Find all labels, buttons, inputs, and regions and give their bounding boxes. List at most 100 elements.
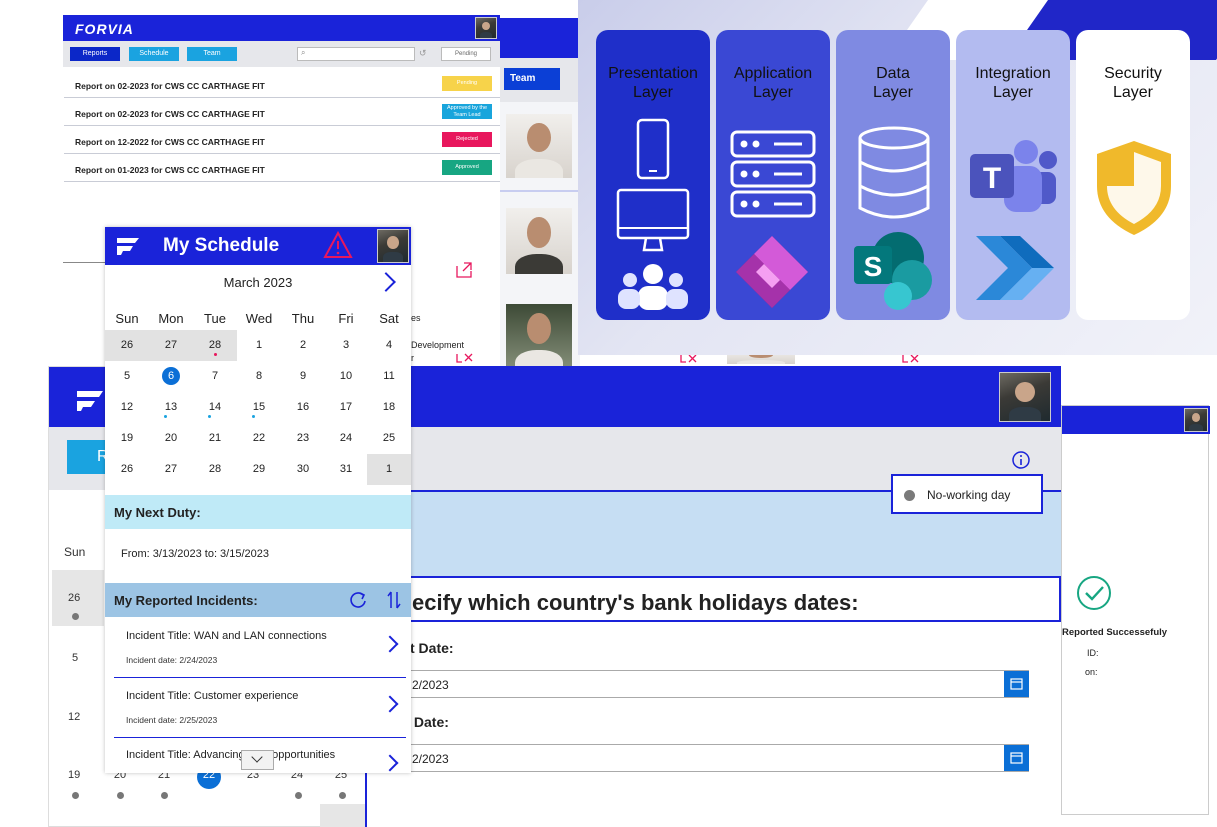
- share-icon[interactable]: [456, 262, 474, 278]
- event-dot: [72, 613, 79, 620]
- month-label: March 2023: [223, 275, 293, 290]
- chevron-right-icon[interactable]: [381, 635, 399, 653]
- day-cell[interactable]: 11: [367, 361, 411, 392]
- day-cell[interactable]: 13: [149, 392, 193, 423]
- success-message: Reported Successefuly: [1062, 627, 1168, 638]
- incident-item[interactable]: Incident Title: Customer experience Inci…: [114, 678, 406, 738]
- day-number[interactable]: 26: [68, 592, 80, 604]
- next-duty-label: My Next Duty:: [114, 505, 201, 520]
- calendar-icon: [1010, 752, 1023, 764]
- incident-title: Incident Title: Customer experience: [126, 690, 299, 702]
- day-cell[interactable]: 9: [281, 361, 325, 392]
- legend-box: No-working day: [891, 474, 1043, 514]
- day-cell-today[interactable]: 6: [149, 361, 193, 392]
- day-cell[interactable]: 23: [281, 423, 325, 454]
- list-item[interactable]: Report on 01-2023 for CWS CC CARTHAGE FI…: [64, 154, 500, 182]
- layer-title: Data Layer: [872, 65, 914, 101]
- event-dot: [161, 792, 168, 799]
- day-cell[interactable]: 20: [149, 423, 193, 454]
- next-duty-value: From: 3/13/2023 to: 3/15/2023: [121, 548, 269, 560]
- day-cell[interactable]: 1: [367, 454, 411, 485]
- calendar-picker-button[interactable]: [1004, 671, 1029, 697]
- start-date-field[interactable]: 2/2023: [403, 670, 1029, 698]
- report-title: Report on 01-2023 for CWS CC CARTHAGE FI…: [75, 165, 265, 175]
- database-icon: [858, 126, 930, 219]
- day-cell[interactable]: 4: [367, 330, 411, 361]
- avatar[interactable]: [475, 17, 497, 39]
- avatar[interactable]: [999, 372, 1051, 422]
- weekday-sun: Sun: [64, 545, 86, 559]
- scroll-down-button[interactable]: [241, 750, 274, 770]
- tab-reports[interactable]: Reports: [70, 47, 120, 61]
- event-dot: [339, 792, 346, 799]
- day-cell[interactable]: 28: [193, 454, 237, 485]
- day-number[interactable]: 12: [68, 711, 80, 723]
- day-cell[interactable]: 26: [105, 330, 149, 361]
- day-cell[interactable]: 25: [367, 423, 411, 454]
- data-layer: Data Layer S: [836, 30, 950, 320]
- day-cell[interactable]: 22: [237, 423, 281, 454]
- day-cell[interactable]: 2: [281, 330, 325, 361]
- event-dot: [295, 792, 302, 799]
- list-item[interactable]: Report on 02-2023 for CWS CC CARTHAGE FI…: [64, 70, 500, 98]
- day-cell[interactable]: 5: [105, 361, 149, 392]
- day-cell[interactable]: 28: [193, 330, 237, 361]
- incident-title: Incident Title: Advancing data opportuni…: [126, 749, 336, 761]
- tab-team[interactable]: Team: [187, 47, 237, 61]
- list-item[interactable]: Report on 02-2023 for CWS CC CARTHAGE FI…: [64, 98, 500, 126]
- day-cell[interactable]: 16: [281, 392, 325, 423]
- server-icon: [730, 130, 816, 218]
- reset-icon[interactable]: ↺: [419, 48, 427, 59]
- day-cell[interactable]: 12: [105, 392, 149, 423]
- refresh-icon[interactable]: [348, 590, 368, 610]
- avatar[interactable]: [1184, 408, 1208, 432]
- day-cell[interactable]: 17: [324, 392, 368, 423]
- tab-schedule[interactable]: Schedule: [129, 47, 179, 61]
- day-cell[interactable]: 24: [324, 423, 368, 454]
- day-cell[interactable]: 31: [324, 454, 368, 485]
- forvia-logo-icon: [77, 391, 103, 411]
- legend-dot: [904, 490, 915, 501]
- close-icon[interactable]: [456, 352, 474, 364]
- day-cell[interactable]: 15: [237, 392, 281, 423]
- power-apps-icon: [736, 236, 808, 308]
- day-cell[interactable]: 18: [367, 392, 411, 423]
- tab-team-active[interactable]: Team: [504, 68, 560, 90]
- day-cell[interactable]: 8: [237, 361, 281, 392]
- day-cell[interactable]: 27: [149, 454, 193, 485]
- avatar[interactable]: [377, 229, 409, 263]
- day-number[interactable]: 5: [72, 652, 78, 664]
- close-icon[interactable]: [680, 354, 698, 364]
- day-cell[interactable]: 21: [193, 423, 237, 454]
- day-cell[interactable]: 7: [193, 361, 237, 392]
- day-cell[interactable]: 14: [193, 392, 237, 423]
- start-date-value: 2/2023: [412, 678, 449, 692]
- day-cell[interactable]: 29: [237, 454, 281, 485]
- day-cell[interactable]: 30: [281, 454, 325, 485]
- alert-icon[interactable]: [323, 231, 353, 259]
- sort-icon[interactable]: [385, 589, 403, 611]
- day-cell[interactable]: 10: [324, 361, 368, 392]
- chevron-right-icon[interactable]: [381, 695, 399, 713]
- end-date-field[interactable]: 2/2023: [403, 744, 1029, 772]
- day-cell[interactable]: 26: [105, 454, 149, 485]
- report-title: Report on 02-2023 for CWS CC CARTHAGE FI…: [75, 109, 265, 119]
- day-cell[interactable]: 3: [324, 330, 368, 361]
- info-icon[interactable]: [1011, 450, 1031, 470]
- search-icon: ⌕: [301, 48, 306, 57]
- layer-title: Security Layer: [1104, 65, 1162, 101]
- incident-item[interactable]: Incident Title: WAN and LAN connections …: [114, 618, 406, 678]
- application-layer: Application Layer: [716, 30, 830, 320]
- day-number[interactable]: 19: [68, 769, 80, 781]
- close-icon[interactable]: [902, 354, 920, 364]
- search-input[interactable]: ⌕: [297, 47, 415, 61]
- chevron-right-icon[interactable]: [381, 754, 399, 772]
- status-filter[interactable]: Pending: [441, 47, 491, 61]
- event-dot: [117, 792, 124, 799]
- day-cell[interactable]: 19: [105, 423, 149, 454]
- day-cell[interactable]: 1: [237, 330, 281, 361]
- day-cell[interactable]: 27: [149, 330, 193, 361]
- list-item[interactable]: Report on 12-2022 for CWS CC CARTHAGE FI…: [64, 126, 500, 154]
- security-layer: Security Layer: [1076, 30, 1190, 320]
- calendar-picker-button[interactable]: [1004, 745, 1029, 771]
